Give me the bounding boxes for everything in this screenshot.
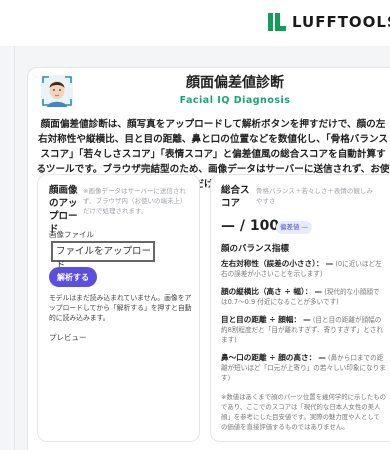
- metric-value: —: [325, 259, 334, 268]
- file-upload-button[interactable]: ファイルをアップロード: [51, 241, 155, 271]
- metric-label: 目と目の距離 ÷ 顔幅：: [221, 315, 301, 324]
- preview-label: プレビュー: [49, 333, 87, 342]
- metric-aspect-ratio: 顔の縦横比（高さ ÷ 幅）： — (現代的な小顔顔では0.7〜0.9 付近になる…: [221, 287, 386, 307]
- metric-eye-distance: 目と目の距離 ÷ 顔幅： — (目と目の距離が顔幅の約8割程度だと「目が離れすぎ…: [221, 315, 386, 345]
- upload-privacy-note: ※画像データはサーバーに送信されず、ブラウザ内（お使いの端末上）だけで処理されま…: [83, 187, 187, 215]
- file-label: 画像ファイル: [49, 230, 94, 239]
- deviation-badge: 偏差値 —: [276, 221, 312, 234]
- metric-label: 鼻〜口の距離 ÷ 顔の高さ：: [221, 353, 317, 362]
- metric-nose-mouth: 鼻〜口の距離 ÷ 顔の高さ： — (鼻から口までの距離が短いほど「口元が上寄り」…: [221, 353, 386, 383]
- analyze-button[interactable]: 解析する: [49, 267, 97, 287]
- metric-symmetry: 左右対称性（誤差の小ささ）： — (0に近いほど左右の誤差が小さいことを示します…: [221, 259, 386, 279]
- metric-value: —: [318, 353, 326, 362]
- score-disclaimer: ※数値はあくまで顔のパーツ位置を幾何学的に示したものであり、ここでのスコアは「現…: [221, 393, 386, 431]
- metric-value: —: [314, 287, 323, 296]
- metric-label: 左右対称性（誤差の小ささ）：: [221, 259, 324, 268]
- brand-logo[interactable]: LUFFTOOLS: [268, 13, 390, 31]
- total-score: — / 100: [221, 218, 280, 234]
- brand-name: LUFFTOOLS: [292, 13, 390, 31]
- score-panel-title: 総合スコア: [221, 185, 250, 209]
- top-bar: LUFFTOOLS: [0, 0, 390, 46]
- page-title: 顔面偏差値診断: [186, 75, 284, 91]
- metric-value: —: [303, 315, 311, 324]
- metric-label: 顔の縦横比（高さ ÷ 幅）：: [221, 287, 313, 296]
- balance-heading: 顔のバランス指標: [221, 244, 289, 254]
- model-status-note: モデルはまだ読み込まれていません。画像をアップロードしてから「解析する」を押すと…: [49, 294, 192, 322]
- lufftools-logo-icon: [268, 13, 286, 31]
- divider: [14, 46, 15, 450]
- score-panel-note: 骨格バランス＋若々しさ＋表情の観しみやすさ: [256, 187, 373, 205]
- page-subtitle: Facial IQ Diagnosis: [179, 95, 291, 106]
